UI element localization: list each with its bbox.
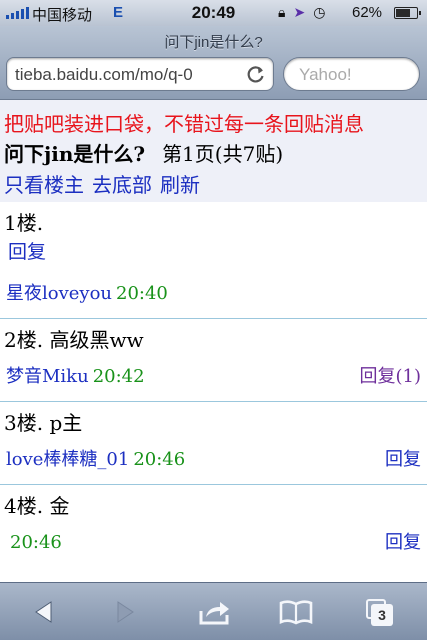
browser-toolbar: 3 [0, 582, 427, 640]
battery-percent: 62% [352, 4, 383, 21]
floor-post: 4楼. 金 20:46 回复 [0, 485, 427, 567]
browser-top-bar: 问下jin是什么? tieba.baidu.com/mo/q-0 Yahoo! [0, 26, 427, 100]
only-op-link[interactable]: 只看楼主 [4, 170, 84, 200]
reply-link[interactable]: 回复 [8, 241, 46, 263]
post-time: 20:46 [133, 449, 186, 470]
location-arrow-icon: ➤ [293, 4, 306, 20]
rotation-lock-icon: 🔒︎ [278, 4, 286, 20]
go-bottom-link[interactable]: 去底部 [92, 170, 152, 200]
thread-nav: 只看楼主 去底部 刷新 [4, 170, 423, 202]
reply-link[interactable]: 回复 [385, 529, 421, 557]
page-info: 第1页(共7贴) [162, 142, 284, 166]
search-field[interactable]: Yahoo! [283, 57, 420, 91]
post-time: 20:46 [10, 532, 62, 553]
floor-content: 1楼. [4, 211, 44, 235]
user-link[interactable]: 星夜loveyou [6, 283, 112, 304]
bookmarks-icon[interactable] [278, 597, 314, 627]
refresh-link[interactable]: 刷新 [160, 170, 200, 200]
share-icon[interactable] [196, 597, 232, 627]
reply-link[interactable]: 回复(1) [360, 363, 422, 391]
address-bar[interactable]: tieba.baidu.com/mo/q-0 [6, 57, 274, 91]
reply-link[interactable]: 回复 [385, 446, 421, 474]
post-time: 20:42 [92, 366, 145, 387]
web-content: 把贴吧装进口袋，不错过每一条回贴消息 问下jin是什么? 第1页(共7贴) 只看… [0, 100, 427, 582]
page-title: 问下jin是什么? [164, 34, 263, 51]
floor-content: 2楼. 高级黑ww [4, 328, 144, 352]
app-promo-link[interactable]: 把贴吧装进口袋，不错过每一条回贴消息 [4, 109, 423, 139]
thread-header: 问下jin是什么? 第1页(共7贴) [4, 139, 423, 170]
post-time: 20:40 [116, 283, 168, 304]
reload-icon[interactable] [246, 64, 266, 84]
forward-icon[interactable] [107, 597, 143, 627]
tabs-button[interactable]: 3 [362, 597, 398, 627]
floor-content: 3楼. p主 [4, 411, 83, 435]
floor-content: 4楼. 金 [4, 494, 70, 518]
back-icon[interactable] [26, 597, 62, 627]
status-bar: 中国移动 E 20:49 🔒︎ ➤ ◷ 62% [0, 0, 427, 26]
user-link[interactable]: love棒棒糖_01 [6, 449, 129, 470]
thread-title: 问下jin是什么? [4, 142, 146, 166]
floor-post: 2楼. 高级黑ww 梦音Miku 20:42 回复(1) [0, 319, 427, 402]
battery-icon [394, 7, 421, 19]
floor-post: 1楼. 回复 星夜loveyou 20:40 [0, 202, 427, 319]
header-section: 把贴吧装进口袋，不错过每一条回贴消息 问下jin是什么? 第1页(共7贴) 只看… [0, 100, 427, 202]
user-link[interactable]: 梦音Miku [6, 366, 89, 387]
tab-count: 3 [371, 604, 393, 626]
alarm-clock-icon: ◷ [313, 4, 326, 20]
floor-post: 3楼. p主 love棒棒糖_01 20:46 回复 [0, 402, 427, 485]
url-text[interactable]: tieba.baidu.com/mo/q-0 [15, 65, 237, 85]
